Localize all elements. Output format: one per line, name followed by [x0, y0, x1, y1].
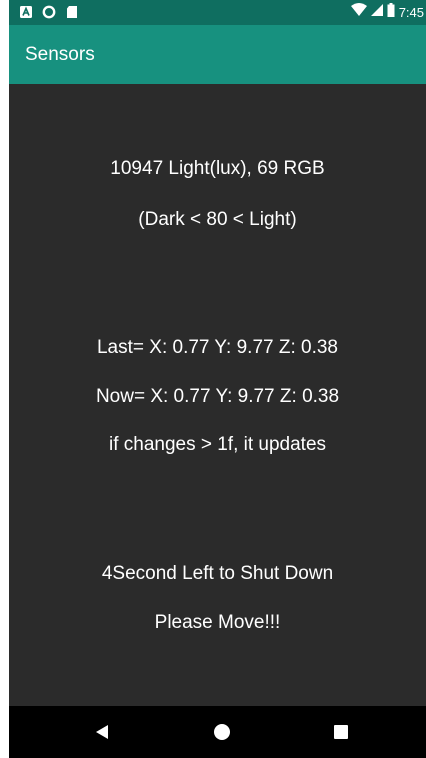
phone-screen: 7:45 Sensors 10947 Light(lux), 69 RGB (D…: [9, 0, 426, 758]
recents-icon: [334, 725, 348, 739]
home-icon: [214, 724, 230, 740]
light-reading: 10947 Light(lux), 69 RGB: [110, 158, 325, 179]
app-title: Sensors: [25, 44, 95, 65]
recents-button[interactable]: [311, 706, 371, 758]
status-system: 7:45: [350, 3, 424, 22]
home-button[interactable]: [192, 706, 252, 758]
move-prompt: Please Move!!!: [154, 612, 281, 633]
sensor-content: 10947 Light(lux), 69 RGB (Dark < 80 < Li…: [9, 84, 426, 706]
light-threshold: (Dark < 80 < Light): [138, 209, 297, 230]
accel-now: Now= X: 0.77 Y: 9.77 Z: 0.38: [95, 386, 340, 407]
back-button[interactable]: [72, 706, 132, 758]
circle-icon: [42, 5, 56, 19]
app-bar: Sensors: [9, 25, 426, 84]
status-time: 7:45: [398, 4, 424, 20]
shutdown-countdown: 4Second Left to Shut Down: [101, 563, 334, 584]
accel-rule: if changes > 1f, it updates: [108, 434, 327, 455]
signal-icon: [370, 3, 383, 22]
sd-card-icon: [65, 5, 79, 19]
accel-last: Last= X: 0.77 Y: 9.77 Z: 0.38: [96, 337, 339, 358]
battery-icon: [387, 3, 395, 22]
status-notifications: [19, 5, 79, 19]
notification-a-icon: [19, 5, 33, 19]
status-bar: 7:45: [9, 0, 426, 25]
wifi-icon: [350, 3, 367, 22]
navigation-bar: [9, 706, 426, 758]
back-icon: [96, 725, 108, 739]
